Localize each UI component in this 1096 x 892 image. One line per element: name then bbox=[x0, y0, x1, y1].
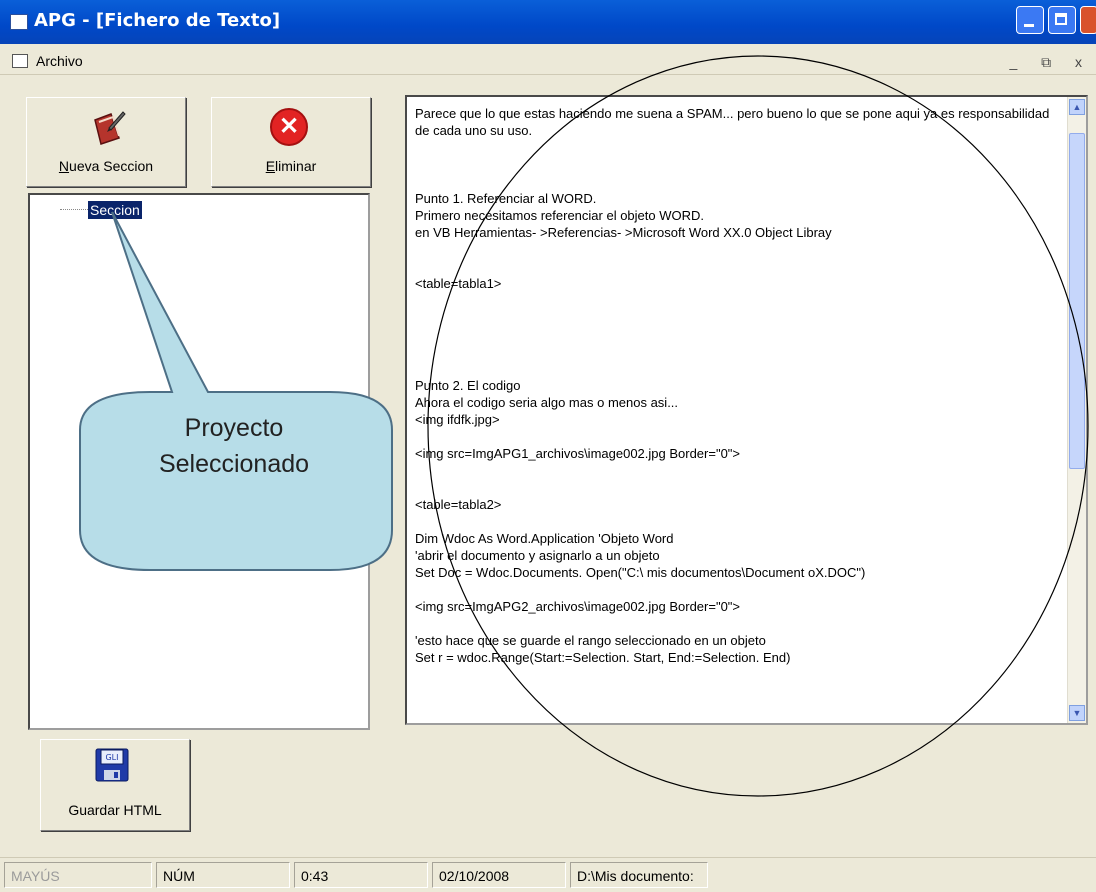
editor-content[interactable]: Parece que lo que estas haciendo me suen… bbox=[415, 105, 1053, 666]
text-editor[interactable]: Parece que lo que estas haciendo me suen… bbox=[405, 95, 1088, 725]
status-bar: MAYÚS NÚM 0:43 02/10/2008 D:\Mis documen… bbox=[0, 857, 1096, 892]
scroll-thumb[interactable] bbox=[1069, 133, 1085, 469]
status-num: NÚM bbox=[156, 862, 290, 888]
callout-text: Proyecto Seleccionado bbox=[84, 410, 384, 482]
speech-bubble bbox=[79, 211, 393, 571]
status-path: D:\Mis documento: bbox=[570, 862, 708, 888]
scroll-down-arrow-icon[interactable]: ▼ bbox=[1069, 705, 1085, 721]
scroll-up-arrow-icon[interactable]: ▲ bbox=[1069, 99, 1085, 115]
status-date: 02/10/2008 bbox=[432, 862, 566, 888]
status-mayus: MAYÚS bbox=[4, 862, 152, 888]
status-time: 0:43 bbox=[294, 862, 428, 888]
callout-line-1: Proyecto bbox=[184, 414, 284, 442]
callout-line-2: Seleccionado bbox=[158, 450, 310, 478]
vertical-scrollbar[interactable]: ▲ ▼ bbox=[1067, 97, 1086, 723]
